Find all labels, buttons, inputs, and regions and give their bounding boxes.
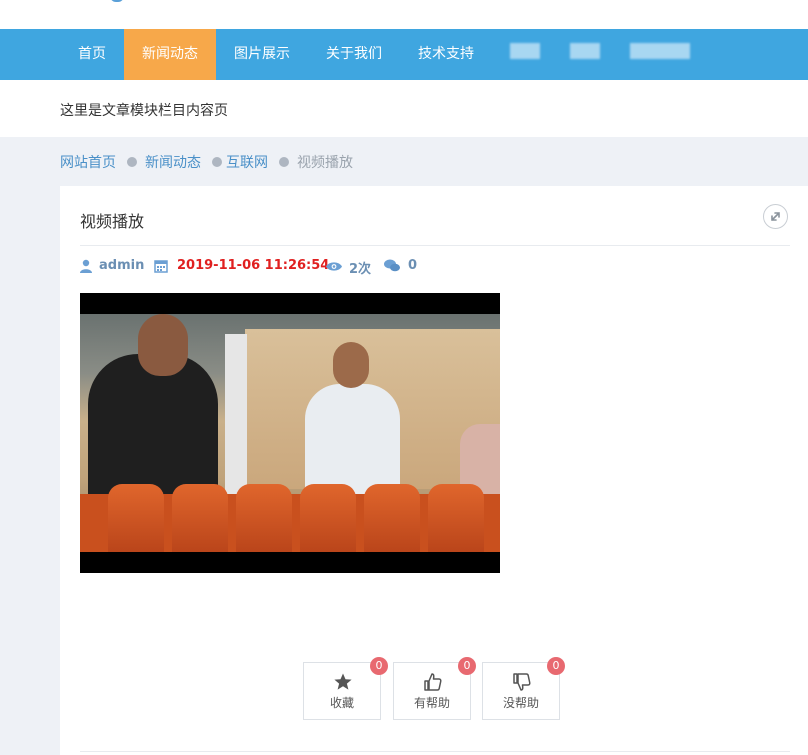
column-banner-text: 这里是文章模块栏目内容页 [60, 103, 228, 119]
user-icon [80, 259, 92, 273]
breadcrumb-separator [127, 157, 137, 167]
nav-item-news[interactable]: 新闻动态 [124, 29, 216, 80]
nav-item-redacted[interactable] [630, 43, 690, 59]
favorite-count-badge: 0 [370, 657, 388, 675]
breadcrumb-separator [279, 157, 289, 167]
not-helpful-label: 没帮助 [502, 696, 539, 710]
breadcrumb-news[interactable]: 新闻动态 [145, 152, 201, 172]
bottom-divider [80, 751, 790, 752]
article-author[interactable]: admin [99, 258, 144, 273]
video-frame [80, 314, 500, 552]
breadcrumb-current: 视频播放 [297, 155, 353, 171]
breadcrumb-home[interactable]: 网站首页 [60, 152, 116, 172]
helpful-label: 有帮助 [413, 696, 450, 710]
helpful-count-badge: 0 [458, 657, 476, 675]
title-divider [80, 245, 790, 246]
thumbs-down-icon [513, 673, 531, 691]
article-title: 视频播放 [80, 212, 145, 231]
expand-icon [771, 212, 780, 221]
logo[interactable] [110, 0, 124, 2]
expand-button[interactable] [763, 204, 788, 229]
calendar-icon [154, 260, 168, 273]
nav-item-home[interactable]: 首页 [60, 29, 124, 80]
nav-item-gallery[interactable]: 图片展示 [216, 29, 308, 80]
video-player[interactable] [80, 293, 500, 573]
column-banner: 这里是文章模块栏目内容页 [0, 80, 808, 137]
breadcrumb-internet[interactable]: 互联网 [226, 152, 268, 172]
breadcrumb-separator [212, 157, 222, 167]
nav-item-support[interactable]: 技术支持 [400, 29, 492, 80]
thumbs-up-icon [424, 673, 442, 691]
nav-item-redacted[interactable] [510, 43, 540, 59]
helpful-button[interactable]: 有帮助 0 [393, 657, 476, 720]
not-helpful-button[interactable]: 没帮助 0 [482, 657, 565, 720]
article-card: 视频播放 admin 2019-11-06 11:26:54 2次 0 收藏 0… [60, 186, 808, 755]
eye-icon [326, 262, 342, 271]
article-views: 2次 [349, 262, 372, 277]
not-helpful-count-badge: 0 [547, 657, 565, 675]
star-icon [334, 673, 352, 690]
favorite-label: 收藏 [329, 696, 354, 710]
article-comments: 0 [408, 258, 418, 273]
comments-icon [384, 259, 400, 272]
top-header [0, 0, 808, 29]
favorite-button[interactable]: 收藏 0 [303, 657, 388, 720]
article-date: 2019-11-06 11:26:54 [177, 258, 330, 273]
nav-item-about[interactable]: 关于我们 [308, 29, 400, 80]
main-nav: 首页 新闻动态 图片展示 关于我们 技术支持 [0, 29, 808, 80]
nav-item-redacted[interactable] [570, 43, 600, 59]
